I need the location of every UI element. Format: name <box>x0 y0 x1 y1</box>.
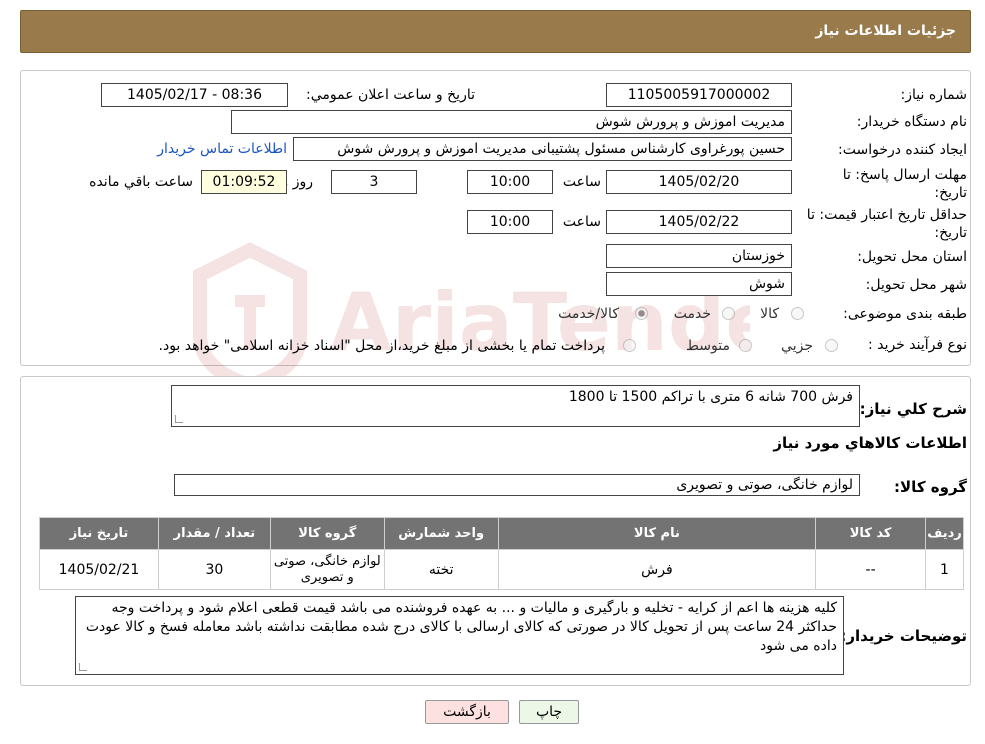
cell-unit: تخته <box>383 549 499 590</box>
category-option-service: خدمت <box>673 306 711 322</box>
col-header-code: کد کالا <box>815 517 927 550</box>
process-radio-treasury[interactable] <box>623 339 636 352</box>
items-table: رديف کد کالا نام کالا واحد شمارش گروه کا… <box>39 517 964 590</box>
cell-group: لوازم خانگی، صوتی و تصویری <box>269 549 385 590</box>
col-header-row-number: رديف <box>925 517 964 550</box>
deadline-label: مهلت ارسال پاسخ: تا تاریخ: <box>842 167 967 201</box>
cell-date: 1405/02/21 <box>39 549 159 590</box>
need-number-field: 1105005917000002 <box>606 83 792 107</box>
summary-label: شرح کلي نياز: <box>859 400 967 418</box>
process-option-medium: متوسط <box>686 338 730 354</box>
goods-group-label: گروه کالا: <box>894 478 967 496</box>
validity-date-field: 1405/02/22 <box>606 210 792 234</box>
category-label: طبقه بندی موضوعی: <box>843 306 967 322</box>
col-header-group: گروه کالا <box>269 517 385 550</box>
cell-row-number: 1 <box>925 549 964 590</box>
page-title: جزئیات اطلاعات نیاز <box>815 23 956 39</box>
buyer-notes-label: توضیحات خریدار: <box>840 627 967 645</box>
remaining-time-field: 01:09:52 <box>201 170 287 194</box>
buyer-notes-text: کلیه هزینه ها اعم از کرایه - تخلیه و بار… <box>85 600 837 654</box>
table-header-row: رديف کد کالا نام کالا واحد شمارش گروه کا… <box>39 517 964 550</box>
city-field: شوش <box>606 272 792 296</box>
print-button[interactable]: چاپ <box>519 700 579 724</box>
validity-time-label: ساعت <box>562 214 601 230</box>
buyer-contact-link[interactable]: اطلاعات تماس خریدار <box>157 141 287 157</box>
category-option-goods: کالا <box>760 306 779 322</box>
col-header-quantity: تعداد / مقدار <box>157 517 271 550</box>
resize-grip-icon[interactable] <box>175 415 183 423</box>
page-header: جزئیات اطلاعات نیاز <box>20 10 971 53</box>
summary-text: فرش 700 شانه 6 متری با تراکم 1500 تا 180… <box>568 389 853 405</box>
category-radio-goods-service[interactable] <box>635 307 648 320</box>
process-note: پرداخت تمام یا بخشی از مبلغ خرید،از محل … <box>158 338 605 354</box>
buyer-notes-textarea: کلیه هزینه ها اعم از کرایه - تخلیه و بار… <box>75 596 844 675</box>
col-header-date: تاريخ نياز <box>39 517 159 550</box>
cell-code: -- <box>815 549 927 590</box>
cell-quantity: 30 <box>157 549 271 590</box>
buyer-org-label: نام دستگاه خریدار: <box>856 114 967 130</box>
category-radio-service[interactable] <box>722 307 735 320</box>
process-option-minor: جزیي <box>781 338 813 354</box>
province-label: استان محل تحویل: <box>857 249 967 265</box>
city-label: شهر محل تحویل: <box>865 277 967 293</box>
goods-info-heading: اطلاعات کالاهاي مورد نياز <box>773 434 967 452</box>
category-radio-goods[interactable] <box>791 307 804 320</box>
back-button[interactable]: بازگشت <box>425 700 509 724</box>
validity-time-field: 10:00 <box>467 210 553 234</box>
col-header-name: نام کالا <box>497 517 817 550</box>
deadline-date-field: 1405/02/20 <box>606 170 792 194</box>
items-table-wrapper: رديف کد کالا نام کالا واحد شمارش گروه کا… <box>39 517 964 590</box>
announce-label: تاریخ و ساعت اعلان عمومي: <box>306 87 475 103</box>
deadline-time-field: 10:00 <box>467 170 553 194</box>
creator-field: حسین پورغراوی کارشناس مسئول پشتیبانی مدی… <box>293 137 792 161</box>
process-label: نوع فرآیند خرید : <box>868 337 967 353</box>
cell-name: فرش <box>497 549 817 590</box>
creator-label: ایجاد کننده درخواست: <box>838 142 967 158</box>
validity-label: حداقل تاریخ اعتبار قیمت: تا تاریخ: <box>806 207 967 241</box>
buyer-org-field: مدیریت اموزش و پرورش شوش <box>231 110 792 134</box>
province-field: خوزستان <box>606 244 792 268</box>
remaining-label: ساعت باقي مانده <box>89 174 193 190</box>
need-number-label: شماره نیاز: <box>900 87 968 103</box>
announce-field: 1405/02/17 - 08:36 <box>101 83 288 107</box>
col-header-unit: واحد شمارش <box>383 517 499 550</box>
deadline-time-label: ساعت <box>562 174 601 190</box>
process-radio-minor[interactable] <box>825 339 838 352</box>
table-row: 1 -- فرش تخته لوازم خانگی، صوتی و تصویری… <box>39 549 964 590</box>
days-field: 3 <box>331 170 417 194</box>
resize-grip-icon[interactable] <box>79 663 87 671</box>
category-option-goods-service: کالا/خدمت <box>558 306 619 322</box>
process-radio-medium[interactable] <box>739 339 752 352</box>
summary-textarea: فرش 700 شانه 6 متری با تراکم 1500 تا 180… <box>171 385 860 427</box>
goods-group-field: لوازم خانگی، صوتی و تصویری <box>174 474 860 496</box>
